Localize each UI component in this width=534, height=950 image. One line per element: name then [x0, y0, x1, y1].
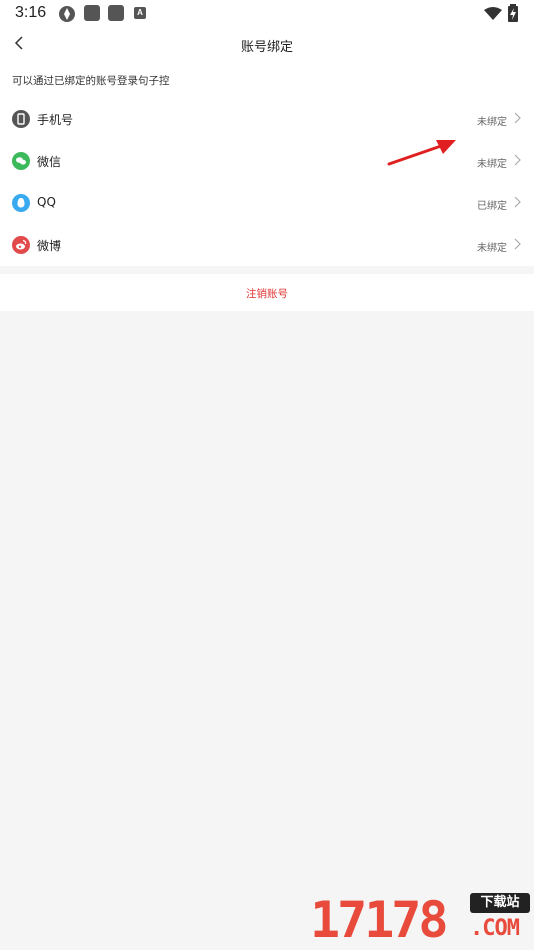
- watermark-badge: 下载站: [470, 893, 530, 913]
- account-label: 微信: [37, 155, 62, 169]
- status-bar: 3:16 A: [0, 0, 534, 28]
- watermark-logo: 17178 下载站 .COM: [310, 888, 534, 950]
- account-label: 微博: [37, 239, 62, 253]
- page-title: 账号绑定: [240, 40, 293, 55]
- annotation-arrow-icon: [387, 140, 456, 166]
- watermark-domain: .COM: [470, 916, 520, 941]
- battery-charging-icon: [508, 4, 518, 26]
- wifi-icon: [484, 6, 502, 25]
- a-badge-icon: A: [134, 7, 146, 19]
- bind-status: 未绑定: [477, 243, 507, 254]
- bind-status: 已绑定: [477, 201, 507, 212]
- account-row-phone[interactable]: 手机号 未绑定: [0, 98, 534, 140]
- chevron-right-icon: [514, 112, 521, 124]
- qq-icon: [12, 194, 30, 212]
- cancel-account-label: 注销账号: [246, 288, 288, 300]
- cancel-account-button[interactable]: 注销账号: [0, 274, 534, 311]
- app-icon: [58, 5, 76, 27]
- chevron-right-icon: [514, 238, 521, 250]
- hint-text: 可以通过已绑定的账号登录句子控: [12, 75, 170, 87]
- bind-status: 未绑定: [477, 117, 507, 128]
- chevron-right-icon: [514, 154, 521, 166]
- square-icon: [84, 5, 100, 21]
- bind-status: 未绑定: [477, 159, 507, 170]
- hint-section: 可以通过已绑定的账号登录句子控: [0, 62, 534, 98]
- account-label: 手机号: [37, 113, 74, 127]
- account-row-qq[interactable]: QQ 已绑定: [0, 182, 534, 224]
- phone-icon: [12, 110, 30, 128]
- weibo-icon: [12, 236, 30, 254]
- account-row-weibo[interactable]: 微博 未绑定: [0, 224, 534, 266]
- status-time: 3:16: [15, 4, 47, 21]
- watermark-digits: 17178: [310, 891, 449, 949]
- chevron-right-icon: [514, 196, 521, 208]
- square-icon: [108, 5, 124, 21]
- account-list: 手机号 未绑定 微信 未绑定 QQ 已绑定 微博 未绑定: [0, 98, 534, 266]
- account-label: QQ: [37, 195, 56, 209]
- wechat-icon: [12, 152, 30, 170]
- header: 账号绑定: [0, 28, 534, 62]
